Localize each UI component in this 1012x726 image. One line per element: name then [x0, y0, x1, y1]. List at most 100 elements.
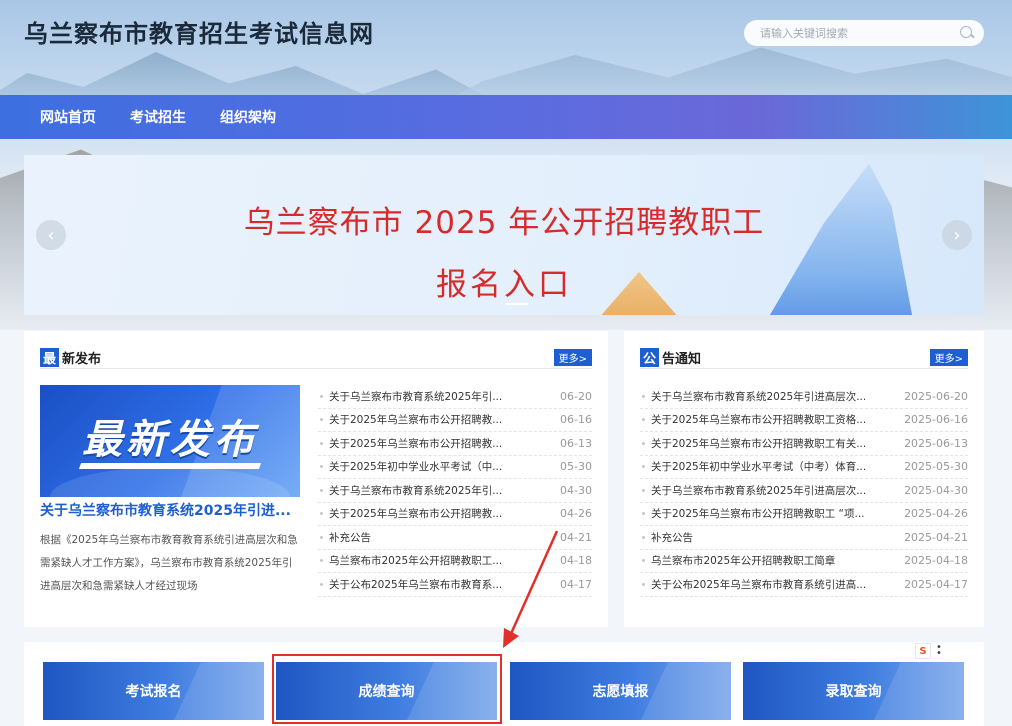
list-item[interactable]: 关于乌兰察布市教育系统2025年引... 04-30	[318, 479, 592, 503]
item-title[interactable]: 关于2025年乌兰察布市公开招聘教职工有关...	[651, 436, 898, 451]
feature-image[interactable]: 最新发布	[40, 385, 300, 497]
search-icon[interactable]	[960, 26, 974, 40]
item-title[interactable]: 关于2025年初中学业水平考试（中...	[329, 459, 554, 474]
item-title[interactable]: 补充公告	[329, 530, 554, 545]
search-box[interactable]	[744, 20, 984, 46]
more-button[interactable]: 更多>	[929, 349, 968, 366]
nav-item-home[interactable]: 网站首页	[40, 107, 96, 127]
bullet-icon	[320, 488, 323, 492]
item-date: 06-13	[560, 436, 592, 450]
item-title[interactable]: 乌兰察布市2025年公开招聘教职工...	[329, 553, 554, 568]
notice-list: 关于乌兰察布市教育系统2025年引进高层次... 2025-06-20 关于202…	[640, 385, 968, 597]
search-input[interactable]	[760, 26, 960, 40]
list-item[interactable]: 关于2025年乌兰察布市公开招聘教职工有关... 2025-06-13	[640, 432, 968, 456]
section-badge: 公	[640, 348, 659, 367]
banner-headline: 乌兰察布市 2025 年公开招聘教职工	[243, 205, 765, 241]
carousel-indicator[interactable]	[506, 303, 528, 305]
button-label: 考试报名	[125, 684, 182, 700]
item-title[interactable]: 关于公布2025年乌兰察布市教育系统引进高...	[651, 577, 898, 592]
item-title[interactable]: 关于乌兰察布市教育系统2025年引进高层次...	[651, 483, 898, 498]
more-options-icon[interactable]: • •	[936, 643, 942, 659]
panel-header: 最 新发布 更多>	[40, 347, 592, 369]
button-label: 成绩查询	[358, 684, 415, 700]
feature-image-text: 最新发布	[82, 417, 258, 463]
item-date: 2025-04-18	[904, 554, 968, 568]
site-title: 乌兰察布市教育招生考试信息网	[24, 20, 374, 48]
bullet-icon	[320, 441, 323, 445]
item-date: 04-17	[560, 577, 592, 591]
item-date: 06-20	[560, 389, 592, 403]
score-query-button[interactable]: 成绩查询	[276, 662, 497, 720]
item-date: 04-26	[560, 507, 592, 521]
list-item[interactable]: 关于2025年初中学业水平考试（中考）体育... 2025-05-30	[640, 456, 968, 479]
chevron-left-icon[interactable]: ‹	[36, 220, 66, 250]
item-date: 2025-06-13	[904, 436, 968, 450]
banner-carousel[interactable]: 乌兰察布市 2025 年公开招聘教职工 报名入口	[24, 155, 984, 315]
item-title[interactable]: 关于2025年乌兰察布市公开招聘教职工资格...	[651, 412, 898, 427]
item-title[interactable]: 关于公布2025年乌兰察布市教育系...	[329, 577, 554, 592]
list-item[interactable]: 补充公告 04-21	[318, 526, 592, 550]
notice-panel: 公 告通知 更多> 关于乌兰察布市教育系统2025年引进高层次... 2025-0…	[624, 331, 984, 627]
item-date: 04-30	[560, 483, 592, 497]
item-title[interactable]: 关于2025年乌兰察布市公开招聘教...	[329, 412, 554, 427]
item-title[interactable]: 关于2025年初中学业水平考试（中考）体育...	[651, 459, 898, 474]
bullet-icon	[642, 441, 645, 445]
list-item[interactable]: 关于乌兰察布市教育系统2025年引进高层次... 2025-04-30	[640, 479, 968, 503]
item-title[interactable]: 乌兰察布市2025年公开招聘教职工简章	[651, 553, 898, 568]
list-item[interactable]: 补充公告 2025-04-21	[640, 526, 968, 550]
widget-logo-icon[interactable]: S	[915, 643, 931, 659]
section-title: 告通知	[662, 352, 702, 367]
admission-query-button[interactable]: 录取查询	[743, 662, 964, 720]
item-title[interactable]: 补充公告	[651, 530, 898, 545]
item-title[interactable]: 关于2025年乌兰察布市公开招聘教职工 “项...	[651, 506, 898, 521]
bullet-icon	[642, 465, 645, 469]
quick-links-panel: 考试报名 成绩查询 志愿填报 录取查询	[24, 642, 984, 726]
feature-title-link[interactable]: 关于乌兰察布市教育系统2025年引进...	[40, 500, 300, 520]
bullet-icon	[320, 512, 323, 516]
item-title[interactable]: 关于乌兰察布市教育系统2025年引进高层次...	[651, 389, 898, 404]
list-item[interactable]: 乌兰察布市2025年公开招聘教职工简章 2025-04-18	[640, 550, 968, 573]
button-label: 录取查询	[825, 684, 882, 700]
exam-registration-button[interactable]: 考试报名	[43, 662, 264, 720]
list-item[interactable]: 关于公布2025年乌兰察布市教育系统引进高... 2025-04-17	[640, 573, 968, 597]
list-item[interactable]: 关于2025年初中学业水平考试（中... 05-30	[318, 456, 592, 479]
list-item[interactable]: 关于2025年乌兰察布市公开招聘教... 06-13	[318, 432, 592, 456]
list-item[interactable]: 关于乌兰察布市教育系统2025年引进高层次... 2025-06-20	[640, 385, 968, 409]
banner-subheadline: 报名入口	[436, 267, 572, 303]
bullet-icon	[320, 394, 323, 398]
list-item[interactable]: 关于乌兰察布市教育系统2025年引... 06-20	[318, 385, 592, 409]
item-date: 2025-06-20	[904, 389, 968, 403]
item-title[interactable]: 关于2025年乌兰察布市公开招聘教...	[329, 506, 554, 521]
bullet-icon	[642, 418, 645, 422]
item-date: 05-30	[560, 460, 592, 474]
nav-item-exam-enrollment[interactable]: 考试招生	[130, 107, 186, 127]
volunteer-application-button[interactable]: 志愿填报	[510, 662, 731, 720]
panel-header: 公 告通知 更多>	[640, 347, 968, 369]
bullet-icon	[642, 512, 645, 516]
item-date: 2025-06-16	[904, 413, 968, 427]
item-date: 2025-05-30	[904, 460, 968, 474]
more-button[interactable]: 更多>	[553, 349, 592, 366]
bullet-icon	[320, 559, 323, 563]
item-date: 2025-04-26	[904, 507, 968, 521]
list-item[interactable]: 乌兰察布市2025年公开招聘教职工... 04-18	[318, 550, 592, 573]
item-title[interactable]: 关于乌兰察布市教育系统2025年引...	[329, 389, 554, 404]
list-item[interactable]: 关于2025年乌兰察布市公开招聘教职工资格... 2025-06-16	[640, 409, 968, 432]
list-item[interactable]: 关于2025年乌兰察布市公开招聘教职工 “项... 2025-04-26	[640, 503, 968, 526]
list-item[interactable]: 关于公布2025年乌兰察布市教育系... 04-17	[318, 573, 592, 597]
bullet-icon	[320, 535, 323, 539]
item-title[interactable]: 关于2025年乌兰察布市公开招聘教...	[329, 436, 554, 451]
feature-description: 根据《2025年乌兰察布市教育教育系统引进高层次和急需紧缺人才工作方案》，乌兰察…	[40, 534, 298, 592]
bullet-icon	[642, 488, 645, 492]
button-label: 志愿填报	[592, 684, 649, 700]
item-date: 04-21	[560, 530, 592, 544]
list-item[interactable]: 关于2025年乌兰察布市公开招聘教... 04-26	[318, 503, 592, 526]
chevron-right-icon[interactable]: ›	[942, 220, 972, 250]
item-title[interactable]: 关于乌兰察布市教育系统2025年引...	[329, 483, 554, 498]
news-list: 关于乌兰察布市教育系统2025年引... 06-20 关于2025年乌兰察布市公开…	[318, 385, 592, 597]
nav-item-organization[interactable]: 组织架构	[220, 107, 276, 127]
list-item[interactable]: 关于2025年乌兰察布市公开招聘教... 06-16	[318, 409, 592, 432]
carousel-dot[interactable]	[506, 303, 528, 305]
bullet-icon	[642, 559, 645, 563]
bullet-icon	[642, 535, 645, 539]
